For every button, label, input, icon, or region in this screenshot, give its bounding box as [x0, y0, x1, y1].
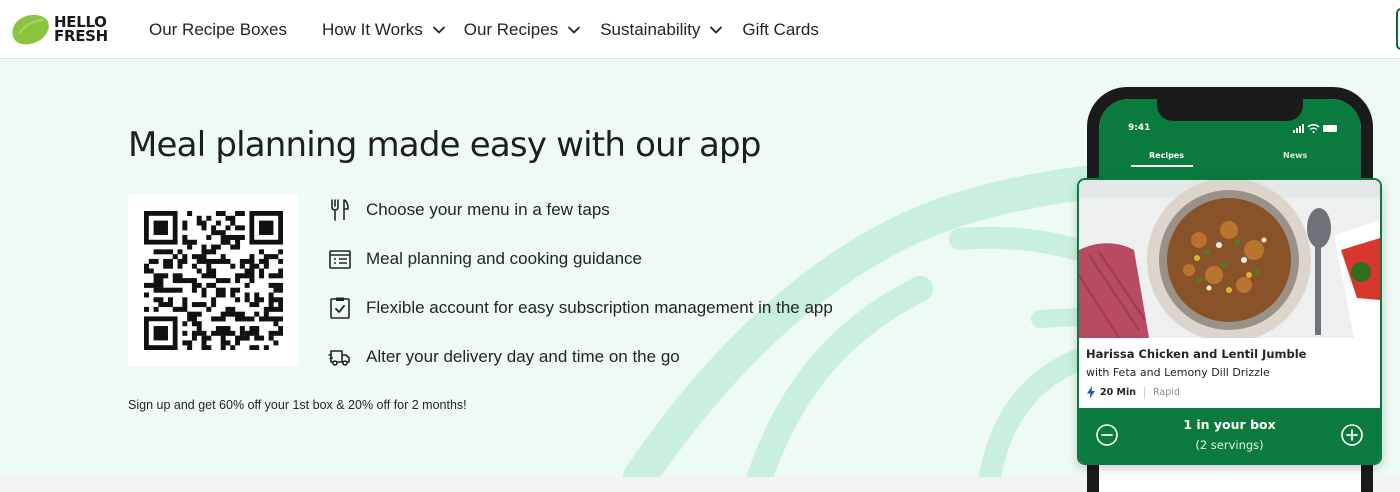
- tab-news[interactable]: News: [1283, 151, 1307, 160]
- feature-item: Flexible account for easy subscription m…: [328, 293, 833, 323]
- nav-label: Our Recipes: [463, 19, 559, 39]
- nav-label: How It Works: [321, 19, 423, 39]
- hellofresh-logo[interactable]: HELLO FRESH: [10, 11, 120, 47]
- phone-time: 9:41: [1128, 123, 1151, 133]
- box-servings: (2 servings): [1195, 438, 1264, 452]
- qr-code-card: [128, 195, 299, 366]
- main-nav: Our Recipe Boxes How It Works Our Recipe…: [149, 0, 819, 59]
- nav-how-it-works[interactable]: How It Works: [322, 0, 446, 59]
- app-header: 9:41 Recipes News: [1099, 99, 1361, 189]
- nav-gift-cards[interactable]: Gift Cards: [742, 0, 819, 59]
- logo-wordmark: HELLO FRESH: [54, 15, 108, 45]
- chevron-down-icon: [432, 26, 445, 33]
- chevron-down-icon: [568, 26, 581, 33]
- nav-label: Sustainability: [600, 19, 701, 39]
- nav-sustainability[interactable]: Sustainability: [600, 0, 723, 59]
- nav-our-recipes[interactable]: Our Recipes: [464, 0, 581, 59]
- tab-recipes[interactable]: Recipes: [1149, 151, 1184, 160]
- meta-divider: [1144, 386, 1146, 399]
- status-icons: [1293, 124, 1337, 133]
- signal-icon: [1293, 124, 1304, 133]
- feature-item: Choose your menu in a few taps: [328, 195, 610, 225]
- feature-item: Alter your delivery day and time on the …: [328, 342, 680, 372]
- fork-knife-icon: [331, 199, 349, 221]
- nav-our-recipe-boxes[interactable]: Our Recipe Boxes: [149, 0, 287, 59]
- feature-item: Meal planning and cooking guidance: [328, 244, 642, 274]
- clipboard-check-icon: [330, 297, 350, 319]
- promo-text: Sign up and get 60% off your 1st box & 2…: [128, 398, 467, 412]
- recipe-tag: Rapid: [1153, 387, 1180, 398]
- recipe-card[interactable]: Harissa Chicken and Lentil Jumble with F…: [1077, 178, 1382, 465]
- lightning-icon: [1087, 386, 1095, 399]
- recipe-card-icon: [329, 250, 351, 269]
- plus-circle-icon[interactable]: [1340, 423, 1364, 447]
- nav-label: Gift Cards: [742, 19, 819, 39]
- box-quantity-bar: 1 in your box (2 servings): [1079, 408, 1380, 463]
- site-header: HELLO FRESH Our Recipe Boxes How It Work…: [0, 0, 1400, 59]
- lime-icon: [12, 14, 49, 45]
- phone-notch: [1157, 99, 1303, 121]
- box-count: 1 in your box: [1183, 417, 1276, 432]
- feature-text: Flexible account for easy subscription m…: [366, 298, 833, 317]
- wifi-icon: [1307, 124, 1320, 131]
- recipe-subtitle: with Feta and Lemony Dill Drizzle: [1086, 366, 1270, 379]
- recipe-time: 20 Min: [1100, 387, 1137, 398]
- active-tab-indicator: [1131, 165, 1193, 167]
- delivery-truck-icon: [328, 350, 350, 366]
- feature-text: Choose your menu in a few taps: [366, 200, 610, 219]
- recipe-photo: [1079, 180, 1380, 338]
- recipe-meta: 20 Min Rapid: [1086, 386, 1180, 399]
- recipe-name: Harissa Chicken and Lentil Jumble: [1086, 347, 1307, 361]
- hero-title: Meal planning made easy with our app: [128, 125, 761, 165]
- battery-icon: [1323, 125, 1337, 132]
- nav-label: Our Recipe Boxes: [149, 19, 287, 39]
- feature-text: Meal planning and cooking guidance: [366, 249, 642, 268]
- header-cta-edge[interactable]: [1396, 8, 1400, 50]
- qr-code-icon: [144, 211, 283, 350]
- chevron-down-icon: [710, 26, 723, 33]
- feature-text: Alter your delivery day and time on the …: [366, 347, 680, 366]
- logo-line-2: FRESH: [54, 27, 108, 45]
